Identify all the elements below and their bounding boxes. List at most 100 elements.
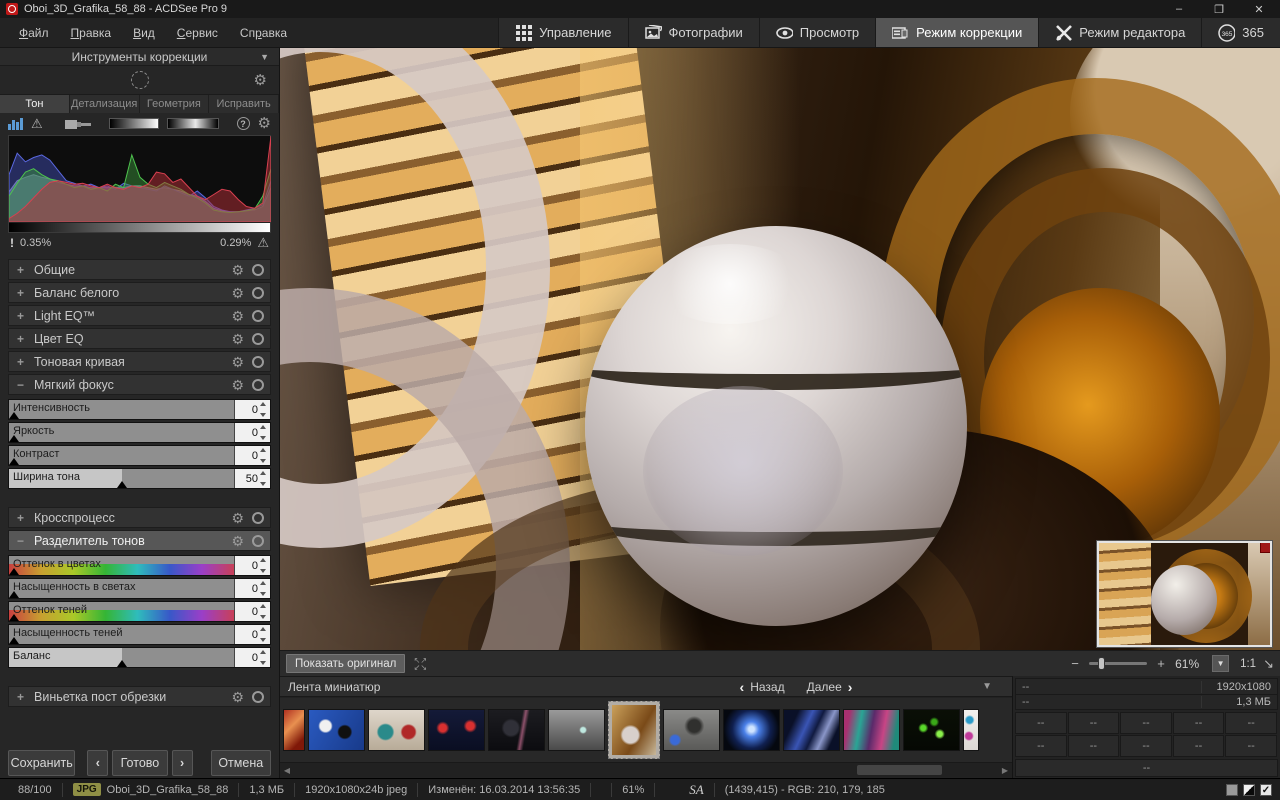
main-image-canvas[interactable]	[280, 48, 1280, 650]
histogram-panel[interactable]	[8, 135, 271, 233]
minimize-button[interactable]: –	[1172, 3, 1186, 16]
collapse-icon[interactable]: −	[15, 534, 26, 548]
spinner-icon[interactable]	[260, 402, 268, 417]
forward-link[interactable]: Далее	[807, 680, 842, 694]
group-settings-icon[interactable]: ⚙	[231, 286, 244, 300]
brush-icon[interactable]	[65, 117, 91, 131]
save-button[interactable]: Сохранить	[8, 750, 75, 776]
thumbnail-gray-spider-spheres[interactable]	[663, 709, 720, 751]
tool-tab-исправить[interactable]: Исправить	[209, 95, 279, 113]
group-toggle-icon[interactable]	[252, 310, 264, 322]
spinner-icon[interactable]	[260, 627, 268, 642]
gear-icon[interactable]: ⚙	[254, 73, 267, 88]
slider-value[interactable]: 0	[234, 648, 270, 667]
slider-marker[interactable]	[9, 412, 19, 419]
slider-насыщенность-в-светах[interactable]: Насыщенность в светах0	[8, 578, 271, 599]
zoom-dropdown-button[interactable]: ▼	[1212, 655, 1229, 672]
navigator-close-icon[interactable]	[1260, 543, 1270, 553]
slider-баланс[interactable]: Баланс0	[8, 647, 271, 668]
group-header-баланс-белого[interactable]: +Баланс белого⚙	[8, 282, 271, 303]
mode-tab-365[interactable]: 365365	[1201, 18, 1280, 47]
contrast-swatch-icon[interactable]	[1243, 784, 1255, 796]
slider-marker[interactable]	[9, 568, 19, 575]
mode-tab-фотографии[interactable]: Фотографии	[628, 18, 759, 47]
group-settings-icon[interactable]: ⚙	[231, 690, 244, 704]
slider-интенсивность[interactable]: Интенсивность0	[8, 399, 271, 420]
done-button[interactable]: Готово	[112, 750, 167, 776]
previous-button[interactable]: ‹	[87, 750, 108, 776]
tool-tab-тон[interactable]: Тон	[0, 95, 70, 113]
mode-tab-режим-коррекции[interactable]: Режим коррекции	[875, 18, 1038, 47]
panel-header[interactable]: Инструменты коррекции ▼	[0, 48, 279, 66]
group-settings-icon[interactable]: ⚙	[231, 378, 244, 392]
thumbnail-letters-white[interactable]	[963, 709, 979, 751]
expand-icon[interactable]: +	[15, 511, 26, 525]
scroll-left-arrow[interactable]: ◀	[280, 766, 294, 775]
slider-ширина-тона[interactable]: Ширина тона50	[8, 468, 271, 489]
collapse-icon[interactable]: −	[15, 378, 26, 392]
selection-tool-icon[interactable]	[131, 71, 149, 89]
slider-marker[interactable]	[9, 591, 19, 598]
expand-icon[interactable]: +	[15, 355, 26, 369]
group-header-общие[interactable]: +Общие⚙	[8, 259, 271, 280]
mode-tab-просмотр[interactable]: Просмотр	[759, 18, 875, 47]
slider-value[interactable]: 0	[234, 556, 270, 575]
slider-яркость[interactable]: Яркость0	[8, 422, 271, 443]
histogram-icon[interactable]	[8, 117, 23, 130]
group-header-разделитель-тонов[interactable]: −Разделитель тонов⚙	[8, 530, 271, 551]
slider-value[interactable]: 0	[234, 423, 270, 442]
scroll-right-arrow[interactable]: ▶	[998, 766, 1012, 775]
radial-gradient-tool[interactable]	[167, 118, 219, 129]
back-chevron-icon[interactable]: ‹	[740, 679, 745, 695]
thumbnail-current-orange-spheres-selected[interactable]	[608, 701, 660, 759]
fit-image-icon[interactable]: ↘	[1263, 656, 1274, 672]
group-toggle-icon[interactable]	[252, 535, 264, 547]
filmstrip-scrollbar[interactable]: ◀ ▶	[280, 762, 1012, 777]
slider-оттенок-теней[interactable]: Оттенок теней0	[8, 601, 271, 622]
mode-tab-режим-редактора[interactable]: Режим редактора	[1038, 18, 1201, 47]
slider-value[interactable]: 0	[234, 400, 270, 419]
menu-файл[interactable]: Файл	[10, 26, 58, 40]
fullscreen-icon[interactable]: ↖↗↙↘	[413, 657, 427, 671]
group-header-тоновая-кривая[interactable]: +Тоновая кривая⚙	[8, 351, 271, 372]
spinner-icon[interactable]	[260, 558, 268, 573]
restore-button[interactable]: ❐	[1212, 3, 1226, 16]
slider-value[interactable]: 0	[234, 446, 270, 465]
thumbnail-blue-ribbons[interactable]	[783, 709, 840, 751]
menu-вид[interactable]: Вид	[124, 26, 164, 40]
thumbnail-green-clusters[interactable]	[903, 709, 960, 751]
zoom-in-button[interactable]: +	[1154, 656, 1168, 671]
zoom-out-button[interactable]: −	[1068, 656, 1082, 671]
group-header-мягкий-фокус[interactable]: −Мягкий фокус⚙	[8, 374, 271, 395]
group-toggle-icon[interactable]	[252, 356, 264, 368]
thumbnail-gray-small-sphere[interactable]	[548, 709, 605, 751]
slider-marker[interactable]	[9, 614, 19, 621]
cancel-button[interactable]: Отмена	[211, 750, 271, 776]
spinner-icon[interactable]	[260, 448, 268, 463]
group-settings-icon[interactable]: ⚙	[231, 355, 244, 369]
slider-marker[interactable]	[9, 458, 19, 465]
expand-icon[interactable]: +	[15, 286, 26, 300]
spinner-icon[interactable]	[260, 471, 268, 486]
slider-value[interactable]: 0	[234, 579, 270, 598]
menu-справка[interactable]: Справка	[231, 26, 296, 40]
thumbnail-blue-glow-orb[interactable]	[723, 709, 780, 751]
forward-chevron-icon[interactable]: ›	[848, 679, 853, 695]
expand-icon[interactable]: +	[15, 332, 26, 346]
shadow-clip-icon[interactable]: !	[10, 236, 14, 250]
checked-option-icon[interactable]: ✓	[1260, 784, 1272, 796]
settings-gear-icon[interactable]: ⚙	[258, 116, 271, 131]
group-settings-icon[interactable]: ⚙	[231, 332, 244, 346]
show-original-button[interactable]: Показать оригинал	[286, 654, 405, 673]
spinner-icon[interactable]	[260, 650, 268, 665]
expand-icon[interactable]: +	[15, 263, 26, 277]
close-button[interactable]: ✕	[1252, 3, 1266, 16]
thumbnail-red-crystals[interactable]	[283, 709, 305, 751]
group-toggle-icon[interactable]	[252, 264, 264, 276]
linear-gradient-tool[interactable]	[109, 118, 159, 129]
thumbnail-dark-spheres-streak[interactable]	[488, 709, 545, 751]
zoom-slider[interactable]	[1089, 662, 1147, 665]
slider-marker[interactable]	[117, 660, 127, 667]
back-link[interactable]: Назад	[750, 680, 784, 694]
slider-marker[interactable]	[9, 435, 19, 442]
